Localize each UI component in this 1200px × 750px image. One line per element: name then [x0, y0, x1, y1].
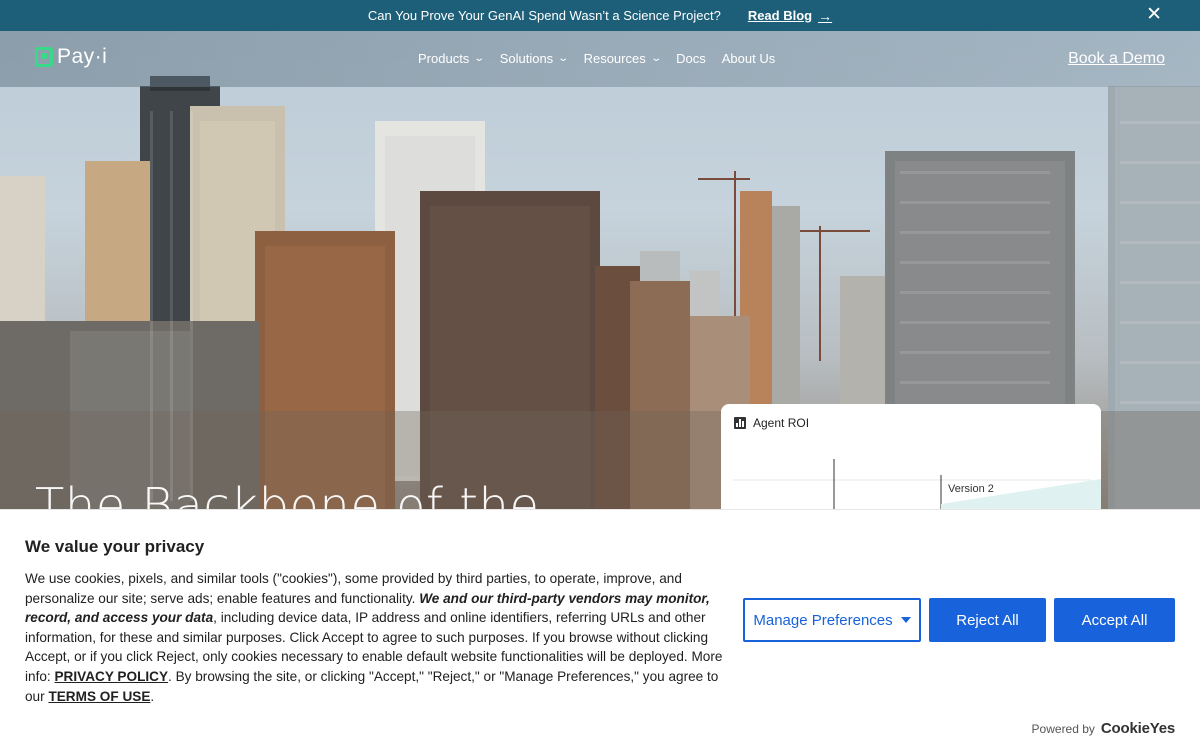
close-icon[interactable]: ✕: [1146, 5, 1162, 24]
terms-of-use-link[interactable]: TERMS OF USE: [48, 689, 150, 704]
cookie-title: We value your privacy: [25, 537, 205, 556]
chevron-down-icon: ⌄: [473, 53, 486, 64]
payi-logo[interactable]: Pay·i: [35, 45, 107, 69]
cookieyes-logo[interactable]: CookieYes: [1101, 720, 1175, 737]
manage-preferences-label: Manage Preferences: [753, 611, 893, 629]
nav-menu: Products ⌄ Solutions ⌄ Resources ⌄ Docs …: [418, 51, 791, 66]
nav-item-label: Resources: [583, 51, 646, 66]
nav-item-docs[interactable]: Docs: [676, 51, 706, 66]
nav-item-products[interactable]: Products ⌄: [418, 51, 486, 66]
nav-item-label: Solutions: [499, 51, 554, 66]
manage-preferences-button[interactable]: Manage Preferences: [743, 598, 921, 642]
read-blog-link[interactable]: Read Blog →: [748, 8, 832, 24]
chevron-down-icon: ⌄: [557, 53, 570, 64]
nav-item-label: Products: [418, 51, 470, 66]
main-navbar: Pay·i Products ⌄ Solutions ⌄ Resources ⌄…: [0, 31, 1200, 87]
nav-item-resources[interactable]: Resources ⌄: [583, 51, 662, 66]
accept-all-button[interactable]: Accept All: [1054, 598, 1175, 642]
roi-card-title: Agent ROI: [753, 416, 810, 430]
bar-chart-icon: [734, 417, 746, 429]
read-blog-label: Read Blog: [747, 8, 813, 23]
cookie-text-end: .: [150, 688, 155, 704]
nav-item-about-us[interactable]: About Us: [722, 51, 775, 66]
roi-card-header: Agent ROI: [734, 416, 809, 430]
privacy-policy-link[interactable]: PRIVACY POLICY: [54, 669, 168, 684]
chevron-down-icon: ⌄: [650, 53, 662, 64]
powered-by-label: Powered by: [1031, 721, 1095, 736]
payi-logo-icon: [35, 47, 53, 67]
cookie-consent-banner: We value your privacy We use cookies, pi…: [0, 509, 1200, 750]
nav-item-label: About Us: [721, 51, 776, 66]
cookie-description: We use cookies, pixels, and similar tool…: [25, 569, 725, 706]
announcement-bar: Can You Prove Your GenAI Spend Wasn’t a …: [0, 0, 1200, 31]
nav-item-label: Docs: [676, 51, 706, 66]
logo-text: Pay·i: [57, 45, 108, 68]
powered-by: Powered by CookieYes: [1031, 720, 1176, 737]
version-label: Version 2: [948, 483, 994, 495]
nav-item-solutions[interactable]: Solutions ⌄: [499, 51, 570, 66]
announcement-message: Can You Prove Your GenAI Spend Wasn’t a …: [367, 8, 721, 23]
arrow-right-icon: →: [818, 7, 833, 24]
caret-down-icon: [900, 617, 911, 623]
book-demo-link[interactable]: Book a Demo: [1068, 50, 1165, 68]
reject-all-button[interactable]: Reject All: [929, 598, 1046, 642]
